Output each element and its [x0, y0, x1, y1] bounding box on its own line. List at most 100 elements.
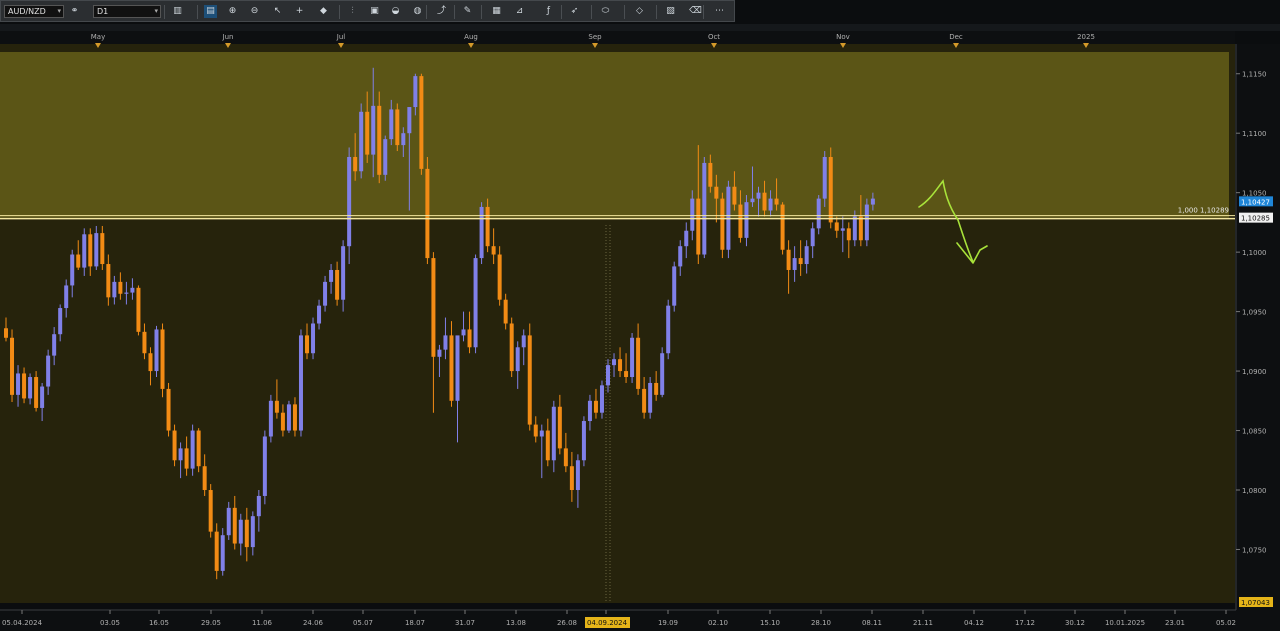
candle-body	[666, 305, 671, 354]
toolbar-separator	[561, 5, 562, 19]
candle-body	[846, 228, 851, 241]
candle-body	[34, 377, 39, 408]
toolbar-shadow	[0, 24, 1280, 31]
candle-body	[52, 334, 57, 356]
zoom-in-icon[interactable]: ⊕	[226, 5, 239, 18]
top-axis-label: Jun	[222, 33, 234, 41]
candle-body	[274, 400, 279, 413]
candle-body	[455, 335, 460, 401]
bottom-price-label: 1,07043	[1241, 599, 1270, 607]
top-axis-label: May	[91, 33, 105, 41]
date-axis-label: 02.10	[708, 619, 728, 627]
toolbar-separator	[197, 5, 198, 19]
ellipse-icon[interactable]: ⬭	[599, 5, 612, 18]
candle-body	[479, 206, 484, 259]
candle-body	[816, 198, 821, 229]
trend-icon[interactable]: ⤴	[435, 5, 448, 18]
candle-body	[226, 507, 231, 536]
pencil-icon[interactable]: ✎	[461, 5, 474, 18]
candle-body	[551, 406, 556, 461]
candle-body	[702, 162, 707, 255]
candle-body	[810, 228, 815, 247]
candle-body	[822, 156, 827, 199]
candle-body	[106, 264, 111, 298]
more-icon[interactable]: ⋯	[713, 5, 726, 18]
date-axis-label: 18.07	[405, 619, 425, 627]
candle-body	[654, 382, 659, 395]
candle-body	[280, 412, 285, 431]
candle-body	[46, 355, 51, 387]
candle-body	[298, 335, 303, 431]
candle-body	[10, 337, 15, 395]
candle-body	[178, 448, 183, 461]
cursor-icon[interactable]: ↖	[271, 5, 284, 18]
candle-body	[521, 335, 526, 348]
toolbar-separator	[454, 5, 455, 19]
candle-body	[593, 400, 598, 413]
candle-body	[317, 305, 322, 324]
candle-body	[136, 287, 141, 332]
candle-body	[720, 198, 725, 250]
candle-body	[714, 186, 719, 199]
top-time-axis	[0, 31, 1235, 44]
candle-body	[786, 249, 791, 270]
candle-body	[467, 329, 472, 348]
link-icon[interactable]: ⚭	[68, 5, 81, 18]
candle-body	[804, 246, 809, 265]
candle-body	[214, 531, 219, 571]
candle-body	[630, 337, 635, 378]
candle-body	[798, 258, 803, 265]
level-price-label: 1,10285	[1241, 215, 1270, 223]
crosshair-icon[interactable]: +	[293, 5, 306, 18]
date-axis-label: 21.11	[913, 619, 933, 627]
candle-body	[750, 198, 755, 203]
candle-body	[587, 400, 592, 422]
bar-chart-icon[interactable]: ▥	[171, 5, 184, 18]
template-icon[interactable]: ▦	[490, 5, 503, 18]
candle-body	[690, 198, 695, 231]
resistance-zone	[0, 52, 1229, 218]
period-separator-icon[interactable]: ⫶	[346, 5, 359, 18]
zoom-out-icon[interactable]: ⊖	[248, 5, 261, 18]
candle-body	[618, 359, 623, 372]
globe-icon[interactable]: ◍	[411, 5, 424, 18]
candle-body	[154, 329, 159, 372]
candle-body	[870, 198, 875, 205]
chart-toolbar: AUD/NZD ▾ ⚭ D1 ▾ ▥ ▤ ⊕ ⊖ ↖ + ◆ ⫶ ▣ ◒ ◍ ⤴ ✎ ▦ ⊿ ƒ ➶ ⬭ ◇ ▧ ⌫ ⋯	[0, 0, 735, 22]
candle-body	[202, 466, 207, 491]
candle-body	[678, 246, 683, 267]
timeframe-select[interactable]: D1 ▾	[93, 5, 161, 18]
candle-body	[612, 359, 617, 366]
chart-canvas[interactable]: May Jun Jul Aug Sep Oct Nov Dec 2025 1,000 1,1028…	[0, 0, 1280, 631]
shapes-icon[interactable]: ◇	[633, 5, 646, 18]
candle-body	[756, 192, 761, 199]
candle-body	[371, 105, 376, 155]
fibonacci-icon[interactable]: ƒ	[542, 5, 555, 18]
candle-body	[581, 421, 586, 461]
date-axis-label: 15.10	[760, 619, 780, 627]
candle-body	[166, 388, 171, 431]
candle-body	[563, 448, 568, 467]
arrow-icon[interactable]: ➶	[568, 5, 581, 18]
candle-body	[341, 246, 346, 300]
candle-body	[383, 139, 388, 175]
candle-body	[82, 234, 87, 268]
eraser-icon[interactable]: ⌫	[689, 5, 702, 18]
toolbar-separator	[591, 5, 592, 19]
line-chart-icon[interactable]: ▤	[204, 5, 217, 18]
candle-body	[353, 156, 358, 172]
gann-icon[interactable]: ⊿	[513, 5, 526, 18]
date-axis-label: 30.12	[1065, 619, 1085, 627]
indicator-icon[interactable]: ◒	[389, 5, 402, 18]
symbol-select[interactable]: AUD/NZD ▾	[4, 5, 64, 18]
candle-body	[449, 335, 454, 401]
marker-icon[interactable]: ◆	[317, 5, 330, 18]
candle-body	[118, 281, 123, 294]
candle-body	[377, 105, 382, 175]
candle-body	[431, 258, 436, 357]
color-icon[interactable]: ▧	[664, 5, 677, 18]
candle-body	[527, 335, 532, 425]
date-axis-label: 13.08	[506, 619, 526, 627]
date-axis-label: 31.07	[455, 619, 475, 627]
screenshot-icon[interactable]: ▣	[368, 5, 381, 18]
